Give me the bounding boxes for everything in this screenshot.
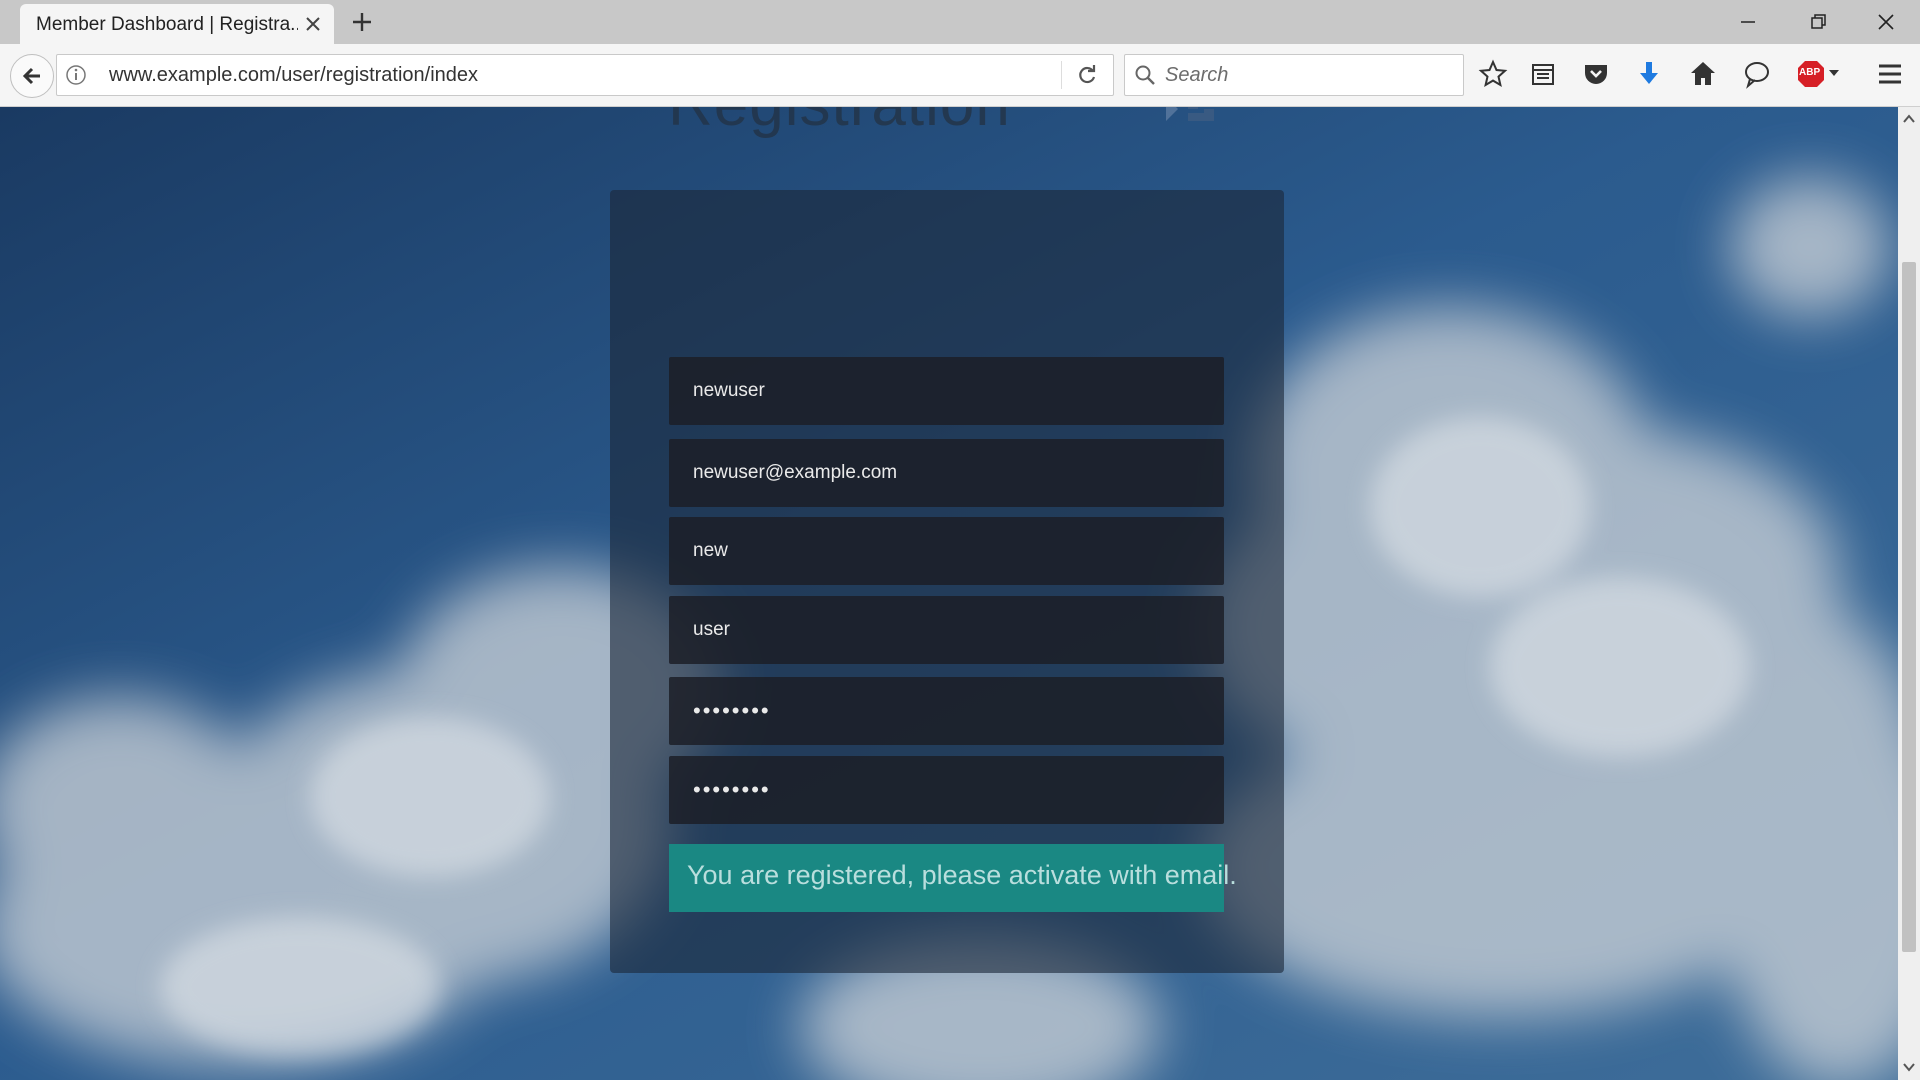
url-divider — [1061, 61, 1062, 89]
confirm-password-field[interactable] — [669, 756, 1224, 824]
url-text[interactable]: www.example.com/user/registration/index — [109, 64, 478, 87]
search-input[interactable] — [1163, 59, 1457, 91]
home-icon[interactable] — [1688, 59, 1718, 89]
scrollbar-thumb[interactable] — [1902, 262, 1916, 952]
adblock-label: ABP — [1799, 67, 1821, 78]
minimize-icon[interactable] — [1734, 8, 1762, 36]
chevron-down-icon — [1829, 70, 1839, 76]
adblock-button[interactable]: ABP — [1796, 59, 1842, 89]
close-icon[interactable] — [302, 13, 324, 35]
info-icon[interactable] — [65, 64, 87, 86]
search-bar[interactable] — [1124, 54, 1464, 96]
pocket-icon[interactable] — [1581, 59, 1611, 89]
window-close-icon[interactable] — [1872, 8, 1900, 36]
chevron-down-icon[interactable] — [1901, 1059, 1917, 1075]
chevron-up-icon[interactable] — [1901, 111, 1917, 127]
page-viewport: Registration You are registered, please … — [0, 107, 1898, 1080]
download-icon[interactable] — [1634, 59, 1664, 89]
back-arrow-icon — [22, 67, 40, 85]
back-button[interactable] — [10, 54, 54, 98]
restore-icon[interactable] — [1804, 8, 1832, 36]
address-bar[interactable]: www.example.com/user/registration/index — [56, 54, 1114, 96]
tab-bar: Member Dashboard | Registra... — [0, 0, 1920, 44]
username-field[interactable] — [669, 357, 1224, 425]
page-scrollbar[interactable] — [1898, 107, 1920, 1080]
nav-toolbar: www.example.com/user/registration/index — [0, 44, 1920, 107]
registration-form: You are registered, please activate with… — [610, 190, 1284, 973]
tab-title: Member Dashboard | Registra... — [36, 14, 298, 35]
chat-icon[interactable] — [1742, 59, 1772, 89]
email-field[interactable] — [669, 439, 1224, 507]
password-field[interactable] — [669, 677, 1224, 745]
star-icon[interactable] — [1478, 59, 1508, 89]
last-name-field[interactable] — [669, 596, 1224, 664]
plus-icon[interactable] — [350, 10, 374, 34]
menu-icon[interactable] — [1875, 59, 1905, 89]
reading-list-icon[interactable] — [1528, 59, 1558, 89]
search-icon — [1135, 65, 1155, 85]
success-message: You are registered, please activate with… — [669, 844, 1237, 912]
logo-icon — [1166, 107, 1214, 121]
reload-icon[interactable] — [1075, 63, 1099, 87]
tab-active[interactable]: Member Dashboard | Registra... — [20, 4, 334, 44]
first-name-field[interactable] — [669, 517, 1224, 585]
page-title: Registration — [668, 107, 1011, 140]
